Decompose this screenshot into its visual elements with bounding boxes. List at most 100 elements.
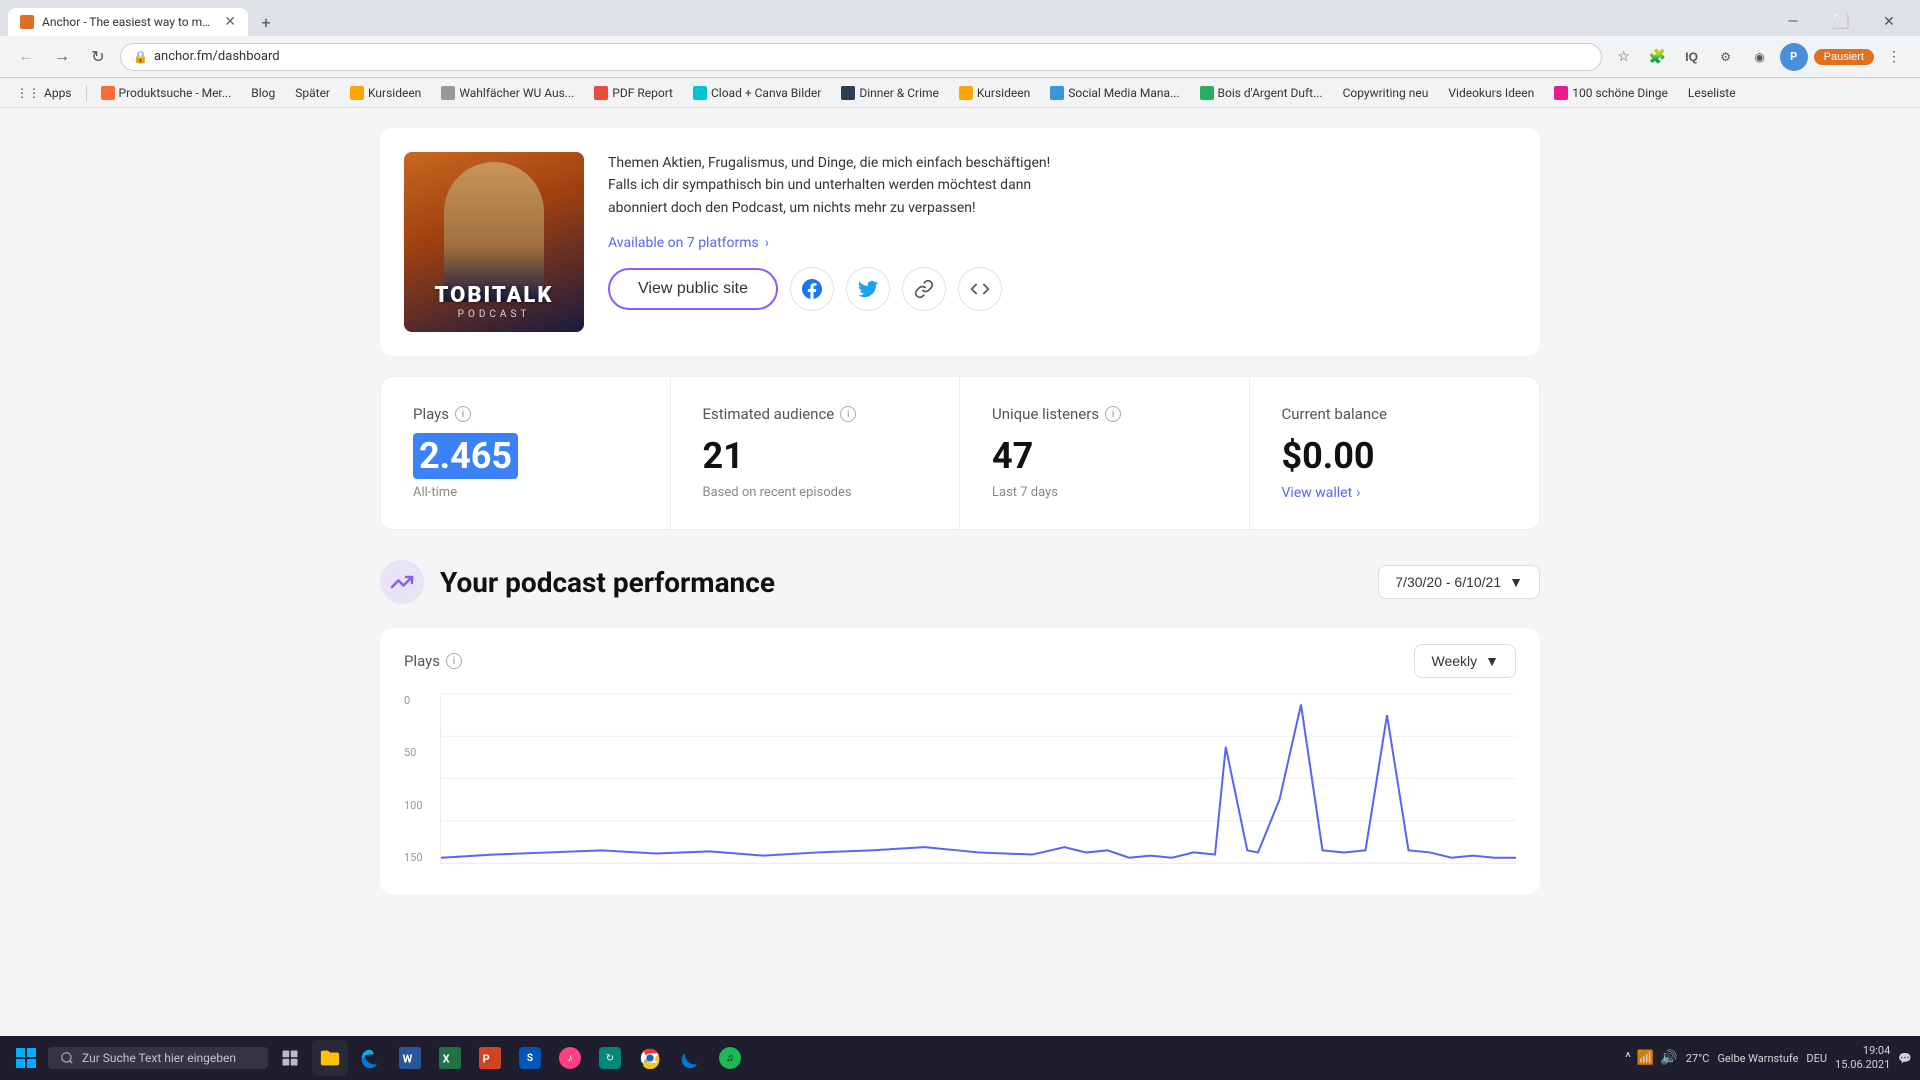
- chart-area: [440, 694, 1516, 864]
- bookmark-favicon-7: [959, 86, 973, 100]
- new-tab-button[interactable]: +: [252, 8, 280, 36]
- bookmark-label-8: Dinner & Crime: [859, 86, 939, 100]
- embed-code-button[interactable]: [958, 267, 1002, 311]
- bookmark-favicon-1: [101, 86, 115, 100]
- bookmark-kursideen-1[interactable]: Kursideen: [342, 84, 429, 102]
- maximize-button[interactable]: ⬜: [1818, 8, 1864, 36]
- bookmarks-bar: ⋮⋮ Apps Produktsuche - Mer... Blog Späte…: [0, 78, 1920, 108]
- bookmark-dinner-crime[interactable]: Dinner & Crime: [833, 84, 947, 102]
- taskbar-app-8[interactable]: ↻: [592, 1040, 628, 1076]
- bookmark-100-dinge[interactable]: 100 schöne Dinge: [1546, 84, 1676, 102]
- taskbar-app-6[interactable]: S: [512, 1040, 548, 1076]
- chart-line: [441, 705, 1516, 858]
- bookmark-label-10: Social Media Mana...: [1068, 86, 1179, 100]
- close-window-button[interactable]: ✕: [1866, 8, 1912, 36]
- notification-icon[interactable]: 💬: [1898, 1052, 1912, 1065]
- facebook-icon: [802, 279, 822, 299]
- bookmark-canva[interactable]: Cload + Canva Bilder: [685, 84, 829, 102]
- available-platforms-link[interactable]: Available on 7 platforms ›: [608, 235, 1516, 251]
- view-wallet-link[interactable]: View wallet ›: [1282, 485, 1508, 501]
- bookmark-videokurs[interactable]: Videokurs Ideen: [1440, 84, 1542, 102]
- bookmark-produktsuche[interactable]: Produktsuche - Mer...: [93, 84, 240, 102]
- stats-card: Plays i 2.465 All-time Estimated audienc…: [380, 376, 1540, 530]
- profile-button[interactable]: P: [1780, 43, 1808, 71]
- chevron-up-icon[interactable]: ^: [1625, 1050, 1631, 1066]
- tab-close-button[interactable]: ✕: [224, 14, 236, 30]
- taskbar-app-7[interactable]: ♪: [552, 1040, 588, 1076]
- reload-button[interactable]: ↻: [84, 43, 112, 71]
- bookmark-bois[interactable]: Bois d'Argent Duft...: [1192, 84, 1331, 102]
- chart-y-label-150: 150: [404, 851, 423, 864]
- bookmark-blog[interactable]: Blog: [243, 84, 283, 102]
- paused-button[interactable]: Pausiert: [1814, 49, 1874, 65]
- task-view-button[interactable]: [272, 1040, 308, 1076]
- edge-icon: [359, 1047, 381, 1069]
- bookmark-label-6: PDF Report: [612, 86, 673, 100]
- sound-icon[interactable]: 🔊: [1660, 1050, 1677, 1066]
- taskbar: Zur Suche Text hier eingeben W X P S ♪ ↻: [0, 1036, 1920, 1080]
- apps-icon: ⋮⋮: [16, 86, 40, 100]
- forward-button[interactable]: →: [48, 43, 76, 71]
- taskbar-app-8-icon: ↻: [599, 1047, 621, 1069]
- podcast-brand-name: TOBITALK: [416, 285, 572, 307]
- bookmark-kursideen-2[interactable]: Kursideen: [951, 84, 1038, 102]
- taskbar-start-button[interactable]: [8, 1040, 44, 1076]
- windows-icon: [16, 1048, 36, 1068]
- plays-chart-label-text: Plays: [404, 652, 440, 670]
- copy-link-button[interactable]: [902, 267, 946, 311]
- code-icon: [970, 279, 990, 299]
- twitter-share-button[interactable]: [846, 267, 890, 311]
- taskbar-search-placeholder: Zur Suche Text hier eingeben: [82, 1051, 236, 1065]
- estimated-audience-info-icon[interactable]: i: [840, 406, 856, 422]
- unique-listeners-info-icon[interactable]: i: [1105, 406, 1121, 422]
- word-icon: W: [399, 1047, 421, 1069]
- bookmark-apps[interactable]: ⋮⋮ Apps: [8, 84, 80, 102]
- minimize-button[interactable]: —: [1770, 8, 1816, 36]
- active-tab[interactable]: Anchor - The easiest way to mai... ✕: [8, 8, 248, 36]
- extension-puzzle-button[interactable]: 🧩: [1644, 43, 1672, 71]
- taskbar-app-10[interactable]: ♫: [712, 1040, 748, 1076]
- tab-bar: Anchor - The easiest way to mai... ✕ + —…: [0, 0, 1920, 36]
- plays-stat-sublabel: All-time: [413, 485, 638, 500]
- taskbar-search-box[interactable]: Zur Suche Text hier eingeben: [48, 1047, 268, 1069]
- bookmark-label-2: Blog: [251, 86, 275, 100]
- bookmark-star-button[interactable]: ☆: [1610, 43, 1638, 71]
- bookmark-social-media[interactable]: Social Media Mana...: [1042, 84, 1187, 102]
- plays-chart-info-icon[interactable]: i: [446, 653, 462, 669]
- taskbar-word[interactable]: W: [392, 1040, 428, 1076]
- taskbar-file-explorer[interactable]: [312, 1040, 348, 1076]
- performance-icon: [380, 560, 424, 604]
- taskbar-edge[interactable]: [352, 1040, 388, 1076]
- taskbar-clock[interactable]: 19:04 15.06.2021: [1835, 1044, 1890, 1073]
- address-bar[interactable]: 🔒 anchor.fm/dashboard: [120, 43, 1602, 71]
- view-public-site-button[interactable]: View public site: [608, 268, 778, 310]
- back-button[interactable]: ←: [12, 43, 40, 71]
- bookmark-wahlfaecker[interactable]: Wahlfächer WU Aus...: [433, 84, 582, 102]
- taskbar-excel[interactable]: X: [432, 1040, 468, 1076]
- bookmark-leseliste[interactable]: Leseliste: [1680, 84, 1744, 102]
- facebook-share-button[interactable]: [790, 267, 834, 311]
- extension-button-2[interactable]: ⚙: [1712, 43, 1740, 71]
- bookmark-pdf-report[interactable]: PDF Report: [586, 84, 681, 102]
- menu-button[interactable]: ⋮: [1880, 43, 1908, 71]
- bookmark-favicon-5: [693, 86, 707, 100]
- bookmark-favicon-3: [441, 86, 455, 100]
- view-wallet-chevron-icon: ›: [1356, 485, 1360, 501]
- taskbar-chrome[interactable]: [632, 1040, 668, 1076]
- nav-actions: ☆ 🧩 IQ ⚙ ◉ P Pausiert ⋮: [1610, 43, 1908, 71]
- plays-info-icon[interactable]: i: [455, 406, 471, 422]
- performance-title: Your podcast performance: [380, 560, 775, 604]
- bookmark-copywriting[interactable]: Copywriting neu: [1335, 84, 1437, 102]
- date-display: 15.06.2021: [1835, 1058, 1890, 1072]
- taskbar-edge-2[interactable]: [672, 1040, 708, 1076]
- iq-button[interactable]: IQ: [1678, 43, 1706, 71]
- extension-button-3[interactable]: ◉: [1746, 43, 1774, 71]
- bookmark-favicon-2: [350, 86, 364, 100]
- taskbar-powerpoint[interactable]: P: [472, 1040, 508, 1076]
- unique-listeners-label-text: Unique listeners: [992, 405, 1099, 423]
- plays-value-highlighted: 2.465: [413, 433, 518, 479]
- current-balance-value: $0.00: [1282, 435, 1508, 477]
- bookmark-spaeter[interactable]: Später: [287, 84, 338, 102]
- date-range-button[interactable]: 7/30/20 - 6/10/21 ▼: [1378, 565, 1540, 599]
- frequency-dropdown-button[interactable]: Weekly ▼: [1414, 644, 1516, 678]
